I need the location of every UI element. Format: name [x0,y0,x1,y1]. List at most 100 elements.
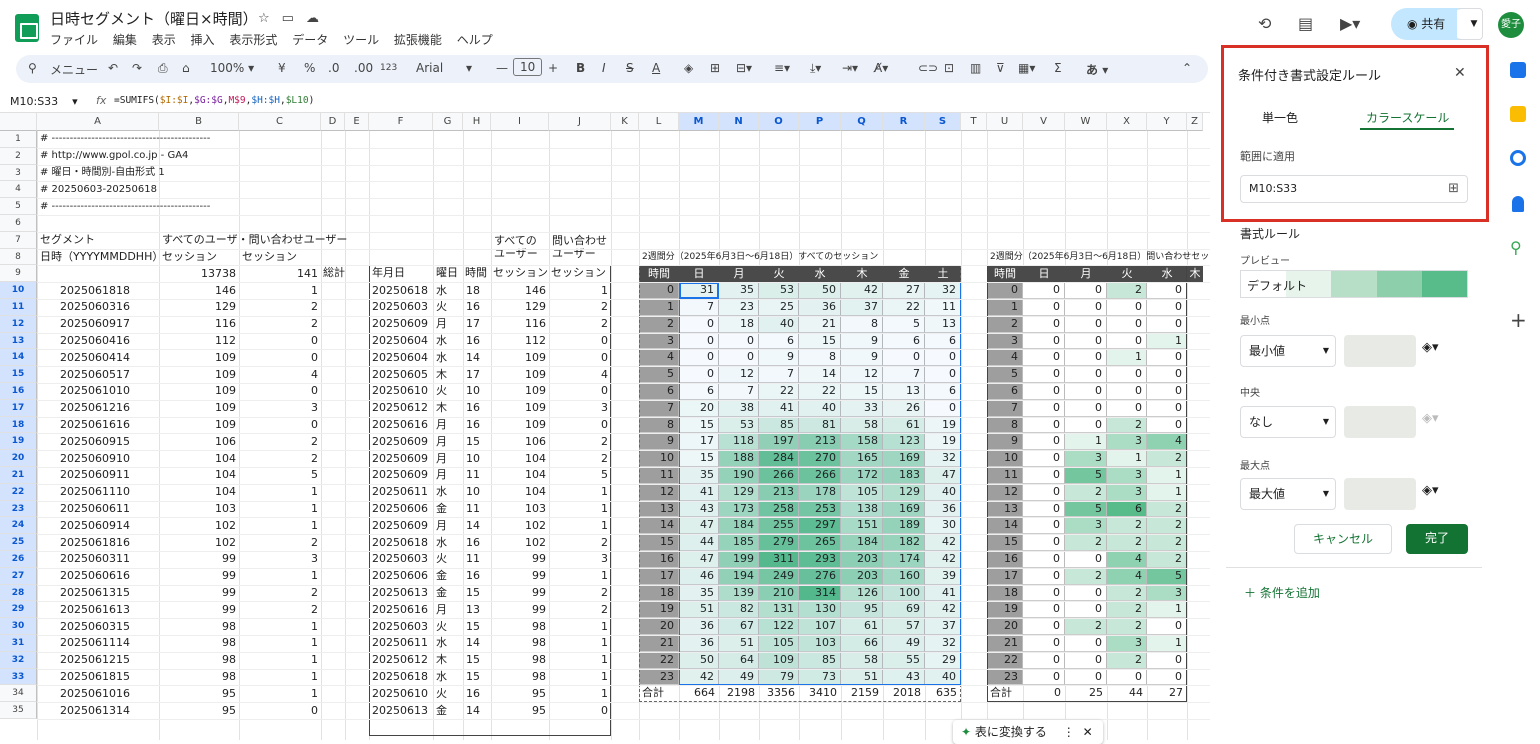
menu-format[interactable]: 表示形式 [229,33,277,47]
column-header-u[interactable]: U [987,113,1023,131]
contacts-icon[interactable] [1512,196,1524,212]
column-header-j[interactable]: J [549,113,611,131]
menu-help[interactable]: ヘルプ [457,33,493,47]
font-size-plus[interactable]: + [548,61,558,75]
row-header-32[interactable]: 32 [0,651,37,669]
column-header-a[interactable]: A [37,113,159,131]
cloud-status-icon[interactable]: ☁ [306,11,331,26]
row-header-15[interactable]: 15 [0,366,37,383]
row-header-8[interactable]: 8 [0,248,37,266]
name-box[interactable]: M10:S33 ▾ [10,95,78,108]
chart-icon[interactable]: ▥ [970,61,981,75]
row-header-5[interactable]: 5 [0,198,37,215]
column-header-w[interactable]: W [1065,113,1107,131]
column-header-p[interactable]: P [799,113,841,131]
redo-icon[interactable]: ↷ [132,61,142,75]
search-icon[interactable]: ⚲ [28,61,37,75]
document-title[interactable]: 日時セグメント（曜日×時間） [50,8,258,29]
column-header-g[interactable]: G [433,113,463,131]
spreadsheet-grid[interactable]: A B C D E F G H I J K L M N O P Q R S T U V W X Y Z 1 2 3 4 5 6 7 8 9 10 11 1… [0,113,1210,740]
row-header-23[interactable]: 23 [0,500,37,518]
row-header-25[interactable]: 25 [0,534,37,551]
row-header-22[interactable]: 22 [0,483,37,501]
star-icon[interactable]: ☆ [258,11,282,26]
link-icon[interactable]: ⊂⊃ [918,61,938,75]
row-header-21[interactable]: 21 [0,467,37,484]
row-header-31[interactable]: 31 [0,635,37,652]
row-header-30[interactable]: 30 [0,618,37,635]
column-header-l[interactable]: L [639,113,679,131]
max-point-select[interactable]: 最大値 ▼ [1240,478,1336,510]
borders-icon[interactable]: ⊞ [710,61,720,75]
currency-button[interactable]: ¥ [278,61,286,75]
menu-search-input[interactable]: メニュー [50,61,98,78]
bold-button[interactable]: B [576,61,585,75]
collapse-toolbar-icon[interactable]: ⌃ [1182,61,1192,75]
share-dropdown-icon[interactable]: ▼ [1457,8,1483,40]
menu-insert[interactable]: 挿入 [191,33,215,47]
italic-button[interactable]: I [602,61,606,75]
insert-comment-icon[interactable]: ⊡ [944,61,954,75]
dismiss-chip-icon[interactable]: ✕ [1083,725,1093,739]
filter-icon[interactable]: ⊽ [996,61,1005,75]
add-addon-icon[interactable]: + [1510,308,1527,332]
text-color-button[interactable]: A [652,61,660,75]
menu-file[interactable]: ファイル [50,33,98,47]
add-rule-button[interactable]: ＋ 条件を追加 [1244,584,1320,601]
min-point-select[interactable]: 最小値 ▼ [1240,335,1336,367]
cancel-button[interactable]: キャンセル [1294,524,1392,554]
increase-decimal-button[interactable]: .00 [354,61,373,75]
row-header-13[interactable]: 13 [0,332,37,350]
min-value-input[interactable] [1344,335,1416,367]
column-header-h[interactable]: H [463,113,491,131]
row-header-34[interactable]: 34 [0,685,37,703]
menu-edit[interactable]: 編集 [113,33,137,47]
row-header-26[interactable]: 26 [0,551,37,568]
mid-value-input[interactable] [1344,406,1416,438]
column-header-f[interactable]: F [369,113,433,131]
max-value-input[interactable] [1344,478,1416,510]
column-header-v[interactable]: V [1023,113,1065,131]
row-header-1[interactable]: 1 [0,131,37,148]
row-header-28[interactable]: 28 [0,584,37,602]
row-header-7[interactable]: 7 [0,231,37,249]
row-header-2[interactable]: 2 [0,147,37,165]
row-header-33[interactable]: 33 [0,668,37,686]
font-select[interactable]: Arial ▾ [416,61,472,75]
active-cell[interactable] [679,282,719,299]
comments-icon[interactable]: ▤ [1298,14,1313,33]
more-icon[interactable]: ⋮ [1063,725,1075,739]
decrease-decimal-button[interactable]: .0 [328,61,339,75]
row-header-11[interactable]: 11 [0,299,37,316]
keep-icon[interactable] [1510,106,1526,122]
row-header-20[interactable]: 20 [0,450,37,467]
history-icon[interactable]: ⟲ [1258,14,1271,33]
column-header-d[interactable]: D [321,113,345,131]
row-header-6[interactable]: 6 [0,215,37,232]
select-all-corner[interactable] [0,113,37,131]
preview-gradient[interactable]: デフォルト [1240,270,1468,298]
share-button[interactable]: ◉ 共有 ▼ [1391,8,1483,40]
row-header-10[interactable]: 10 [0,282,37,299]
row-header-3[interactable]: 3 [0,164,37,182]
fill-color-icon[interactable]: ◈ [684,61,693,75]
row-header-17[interactable]: 17 [0,399,37,417]
font-size-input[interactable]: 10 [513,58,543,76]
column-header-t[interactable]: T [961,113,987,131]
column-header-b[interactable]: B [159,113,239,131]
row-header-24[interactable]: 24 [0,517,37,535]
move-folder-icon[interactable]: ▭ [282,11,306,26]
min-fill-color-icon[interactable]: ◈▾ [1422,340,1439,355]
column-header-r[interactable]: R [883,113,925,131]
row-header-27[interactable]: 27 [0,567,37,585]
column-header-c[interactable]: C [239,113,321,131]
column-header-e[interactable]: E [345,113,369,131]
max-fill-color-icon[interactable]: ◈▾ [1422,483,1439,498]
column-header-q[interactable]: Q [841,113,883,131]
wrap-icon[interactable]: ⇥▾ [842,61,858,75]
row-header-4[interactable]: 4 [0,181,37,199]
font-size-minus[interactable]: — [496,61,508,75]
row-header-9[interactable]: 9 [0,265,37,283]
column-header-o[interactable]: O [759,113,799,131]
paint-format-icon[interactable]: ⌂ [182,61,190,75]
